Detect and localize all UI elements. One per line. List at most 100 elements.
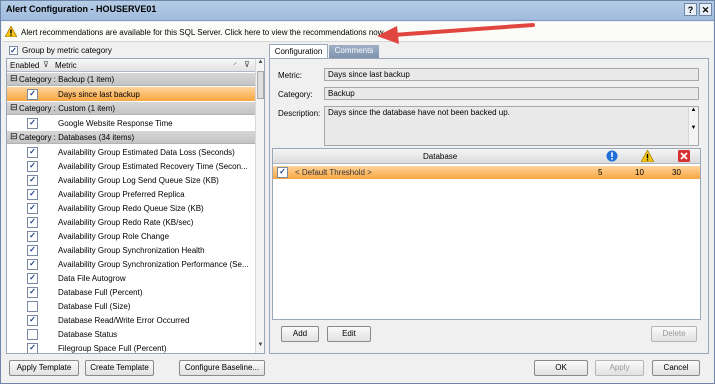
list-item[interactable]: Availability Group Estimated Data Loss (…	[7, 145, 255, 159]
close-button[interactable]: ✕	[699, 3, 712, 16]
enabled-checkbox[interactable]	[27, 217, 38, 228]
metric-name: Availability Group Role Change	[58, 232, 170, 241]
enabled-checkbox[interactable]	[27, 147, 38, 158]
column-database[interactable]: Database	[423, 152, 457, 161]
informational-value[interactable]: 5	[598, 168, 602, 177]
list-item[interactable]: Availability Group Estimated Recovery Ti…	[7, 159, 255, 173]
delete-button[interactable]: Delete	[651, 326, 697, 342]
category-label: Category : Custom (1 item)	[19, 104, 116, 113]
metric-name: Availability Group Redo Rate (KB/sec)	[58, 218, 194, 227]
enabled-checkbox[interactable]	[27, 273, 38, 284]
metrics-grid: Enabled ⊽ Metric ⸍ ⊽ ⊟ Category : Backup…	[6, 58, 265, 354]
enabled-checkbox[interactable]	[27, 329, 38, 340]
list-item[interactable]: Data File Autogrow	[7, 271, 255, 285]
edit-button[interactable]: Edit	[327, 326, 371, 342]
metric-name: Availability Group Preferred Replica	[58, 190, 185, 199]
list-item[interactable]: Database Full (Percent)	[7, 285, 255, 299]
metric-name: Availability Group Log Send Queue Size (…	[58, 176, 219, 185]
enabled-checkbox[interactable]	[27, 287, 38, 298]
category-row-backup[interactable]: ⊟ Category : Backup (1 item)	[7, 73, 255, 86]
vertical-scrollbar[interactable]: ▲ ▼	[255, 59, 264, 353]
enabled-checkbox[interactable]	[27, 189, 38, 200]
enabled-checkbox[interactable]	[27, 89, 38, 100]
grid-header: Enabled ⊽ Metric ⸍ ⊽	[7, 59, 255, 72]
apply-template-button[interactable]: Apply Template	[9, 360, 79, 376]
apply-button[interactable]: Apply	[595, 360, 644, 376]
info-icon	[606, 150, 618, 162]
collapse-icon[interactable]: ⊟	[10, 102, 18, 113]
group-by-checkbox[interactable]	[9, 46, 18, 55]
recommendation-link[interactable]: Alert recommendations are available for …	[21, 28, 385, 37]
threshold-checkbox[interactable]	[277, 167, 288, 178]
warning-icon	[5, 26, 17, 37]
category-field: Backup	[324, 87, 699, 100]
list-item[interactable]: Database Status	[7, 327, 255, 341]
metric-name: Availability Group Synchronization Healt…	[58, 246, 205, 255]
description-field: Days since the database have not been ba…	[324, 106, 699, 146]
scroll-up-icon[interactable]: ▲	[256, 59, 264, 69]
collapse-icon[interactable]: ⊟	[10, 73, 18, 84]
threshold-row[interactable]: < Default Threshold > 5 10 30	[273, 166, 700, 179]
enabled-checkbox[interactable]	[27, 259, 38, 270]
filter-icon[interactable]: ⊽	[244, 60, 250, 69]
tab-configuration[interactable]: Configuration	[269, 44, 328, 59]
enabled-checkbox[interactable]	[27, 231, 38, 242]
metric-label: Metric:	[278, 71, 302, 80]
enabled-checkbox[interactable]	[27, 315, 38, 326]
category-row-databases[interactable]: ⊟ Category : Databases (34 items)	[7, 131, 255, 144]
filter-icon[interactable]: ⊽	[43, 60, 49, 69]
window-title: Alert Configuration - HOUSERVE01	[6, 4, 157, 14]
metric-name: Availability Group Estimated Recovery Ti…	[58, 162, 248, 171]
enabled-checkbox[interactable]	[27, 343, 38, 353]
column-enabled[interactable]: Enabled	[10, 61, 39, 70]
help-button[interactable]: ?	[684, 3, 697, 16]
ok-button[interactable]: OK	[534, 360, 588, 376]
list-item[interactable]: Availability Group Preferred Replica	[7, 187, 255, 201]
add-button[interactable]: Add	[281, 326, 319, 342]
enabled-checkbox[interactable]	[27, 245, 38, 256]
enabled-checkbox[interactable]	[27, 118, 38, 129]
description-label: Description:	[278, 109, 321, 118]
tab-comments[interactable]: Comments	[329, 45, 379, 58]
list-item[interactable]: Days since last backup	[7, 87, 255, 101]
metric-name: Filegroup Space Full (Percent)	[58, 344, 167, 353]
list-item[interactable]: Availability Group Redo Rate (KB/sec)	[7, 215, 255, 229]
threshold-header: Database	[273, 149, 700, 164]
warning-icon	[641, 150, 654, 162]
list-item[interactable]: Availability Group Log Send Queue Size (…	[7, 173, 255, 187]
metric-name: Availability Group Redo Queue Size (KB)	[58, 204, 204, 213]
category-label: Category : Databases (34 items)	[19, 133, 135, 142]
list-item[interactable]: Google Website Response Time	[7, 116, 255, 130]
scroll-down-icon[interactable]: ▼	[256, 342, 264, 352]
create-template-button[interactable]: Create Template	[85, 360, 154, 376]
list-item[interactable]: Availability Group Redo Queue Size (KB)	[7, 201, 255, 215]
cancel-button[interactable]: Cancel	[652, 360, 700, 376]
list-item[interactable]: Filegroup Space Full (Percent)	[7, 341, 255, 353]
category-row-custom[interactable]: ⊟ Category : Custom (1 item)	[7, 102, 255, 115]
category-label: Category : Backup (1 item)	[19, 75, 115, 84]
arrow-annotation	[377, 23, 535, 44]
metric-name: Database Status	[58, 330, 118, 339]
scroll-thumb[interactable]	[257, 71, 264, 99]
metric-name: Database Full (Percent)	[58, 288, 143, 297]
column-metric[interactable]: Metric	[55, 61, 77, 70]
list-item[interactable]: Availability Group Synchronization Healt…	[7, 243, 255, 257]
enabled-checkbox[interactable]	[27, 301, 38, 312]
threshold-table: Database < Default Threshold > 5 10 30	[272, 148, 701, 320]
list-item[interactable]: Availability Group Role Change	[7, 229, 255, 243]
collapse-icon[interactable]: ⊟	[10, 131, 18, 142]
enabled-checkbox[interactable]	[27, 161, 38, 172]
configure-baseline-button[interactable]: Configure Baseline...	[179, 360, 265, 376]
enabled-checkbox[interactable]	[27, 203, 38, 214]
threshold-name: < Default Threshold >	[295, 168, 372, 177]
list-item[interactable]: Availability Group Synchronization Perfo…	[7, 257, 255, 271]
description-scrollbar[interactable]: ▲ ▼	[688, 107, 698, 145]
critical-value[interactable]: 30	[672, 168, 681, 177]
category-label: Category:	[278, 90, 313, 99]
list-item[interactable]: Database Full (Size)	[7, 299, 255, 313]
warning-value[interactable]: 10	[635, 168, 644, 177]
sort-icon[interactable]: ⸍	[233, 60, 237, 71]
metric-name: Data File Autogrow	[58, 274, 126, 283]
list-item[interactable]: Database Read/Write Error Occurred	[7, 313, 255, 327]
enabled-checkbox[interactable]	[27, 175, 38, 186]
